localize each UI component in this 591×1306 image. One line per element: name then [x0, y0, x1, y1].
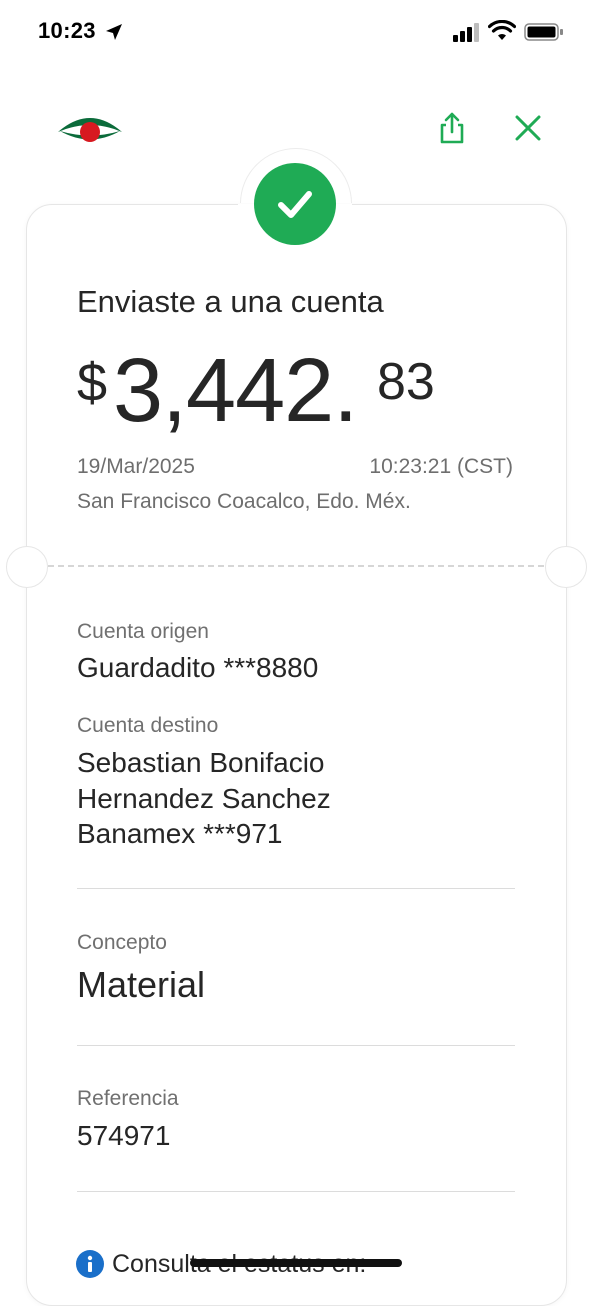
- ticket-tear-line: [48, 565, 544, 567]
- concept-value: Material: [77, 964, 206, 1005]
- destination-label: Cuenta destino: [77, 714, 219, 737]
- reference-label: Referencia: [77, 1087, 179, 1110]
- divider: [77, 888, 515, 889]
- home-indicator[interactable]: [190, 1259, 402, 1267]
- share-button[interactable]: [434, 110, 470, 146]
- bank-logo-icon: [58, 118, 122, 142]
- divider: [77, 1191, 515, 1192]
- status-time: 10:23: [38, 18, 96, 43]
- ticket-notch-left: [6, 546, 48, 588]
- battery-icon: [524, 23, 563, 41]
- receipt-title: Enviaste a una cuenta: [77, 284, 384, 319]
- cellular-signal-icon: [453, 23, 479, 42]
- transaction-location: San Francisco Coacalco, Edo. Méx.: [77, 490, 411, 513]
- amount-cents: 83: [377, 353, 435, 411]
- destination-name-line2: Hernandez Sanchez: [77, 783, 331, 814]
- divider: [77, 1045, 515, 1046]
- close-button[interactable]: [510, 110, 546, 146]
- reference-value: 574971: [77, 1120, 171, 1151]
- transaction-time: 10:23:21 (CST): [369, 455, 513, 478]
- wifi-icon: [488, 20, 516, 40]
- status-bar: 10:23: [0, 0, 591, 64]
- ticket-notch-right: [545, 546, 587, 588]
- destination-account: Banamex ***971: [77, 818, 283, 849]
- destination-name-line1: Sebastian Bonifacio: [77, 747, 325, 778]
- origin-label: Cuenta origen: [77, 620, 209, 643]
- origin-value: Guardadito ***8880: [77, 652, 319, 683]
- location-arrow-icon: [106, 24, 122, 40]
- amount-currency: $: [77, 353, 108, 413]
- concept-label: Concepto: [77, 931, 167, 954]
- transaction-date: 19/Mar/2025: [77, 455, 195, 478]
- success-check-icon: [254, 163, 336, 245]
- info-icon[interactable]: [76, 1250, 104, 1278]
- amount-integer: 3,442.: [113, 341, 358, 441]
